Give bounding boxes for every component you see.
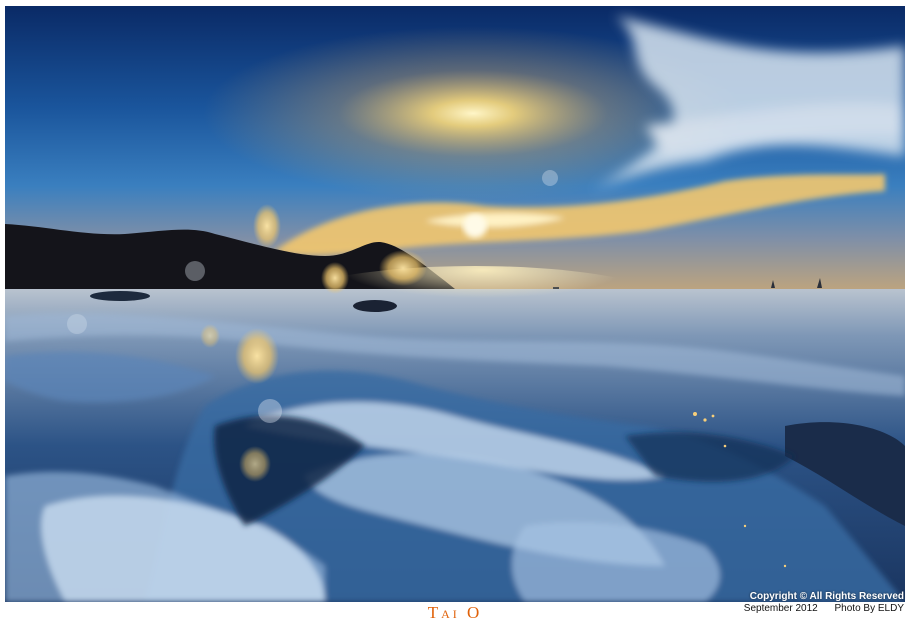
copyright-notice: Copyright © All Rights Reserved [750,591,904,602]
photo-title: Tai O [427,603,483,622]
sun [463,214,487,238]
rock [90,291,150,301]
photo [5,6,905,602]
rock [353,300,397,312]
seascape-photo [5,6,905,602]
copyright-text: Copyright © All Rights Reserved [749,591,904,602]
